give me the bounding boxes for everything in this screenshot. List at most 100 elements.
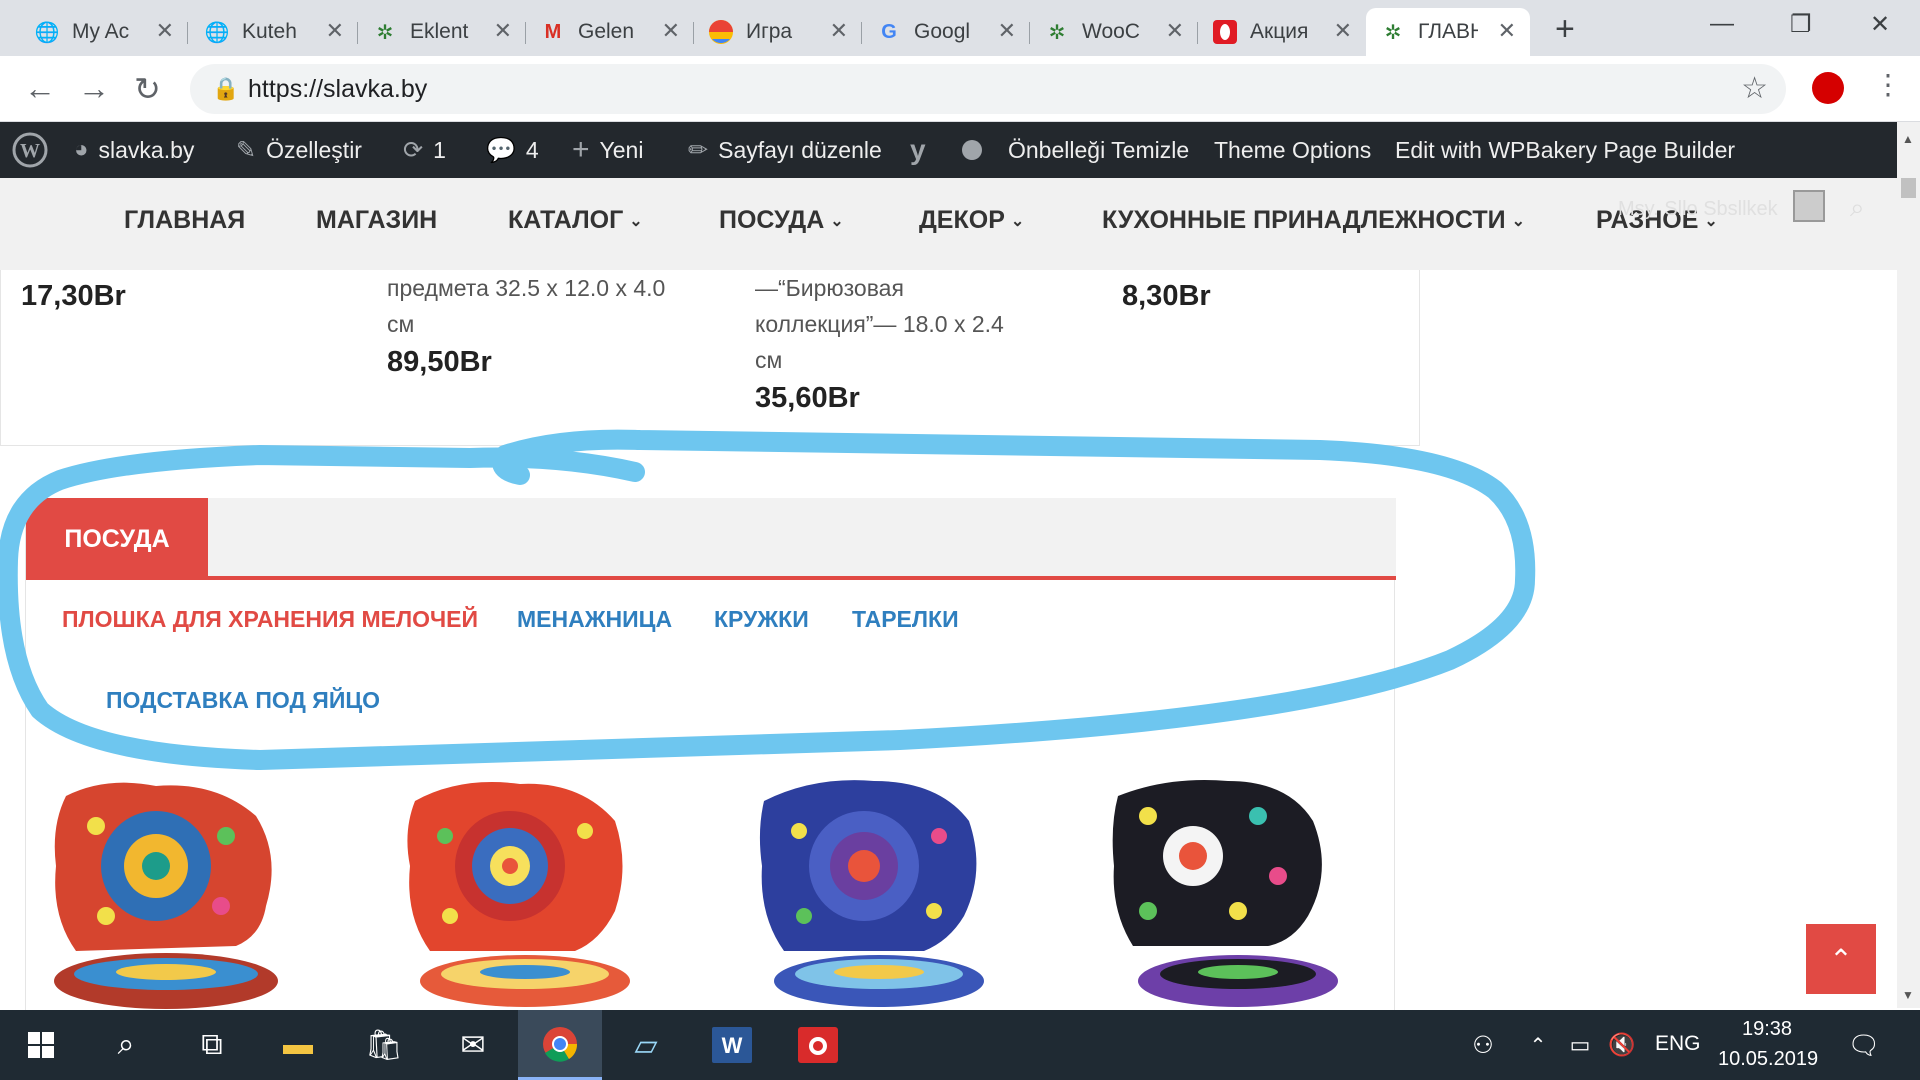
notepad-icon[interactable]: ▱ xyxy=(604,1010,688,1080)
user-name[interactable]: Msy. Sllo Sbsllkek xyxy=(1618,198,1778,221)
scroll-up-icon[interactable]: ▲ xyxy=(1902,132,1914,146)
product-image[interactable] xyxy=(400,776,640,1010)
minimize-button[interactable]: — xyxy=(1710,10,1734,38)
pencil-icon: ✏ xyxy=(688,136,709,164)
nav-item-kitchen[interactable]: КУХОННЫЕ ПРИНАДЛЕЖНОСТИ ⌄ xyxy=(1102,206,1525,235)
profile-avatar[interactable] xyxy=(1812,72,1844,104)
product-description[interactable]: —“Бирюзовая коллекция”— 18.0 x 2.4 см xyxy=(755,270,1035,378)
puzzle-icon: ✲ xyxy=(1384,21,1402,44)
mail-icon[interactable]: ✉ xyxy=(430,1010,516,1080)
new-tab-button[interactable]: + xyxy=(1555,10,1575,49)
browser-tab-1[interactable]: 🌐 My Ac ✕ xyxy=(20,8,188,56)
camera-icon[interactable] xyxy=(776,1010,860,1080)
admin-wpbakery-link[interactable]: Edit with WPBakery Page Builder xyxy=(1395,122,1735,178)
chevron-up-icon[interactable]: ⌃ xyxy=(1520,1010,1556,1080)
browser-tab-2[interactable]: 🌐 Kuteh ✕ xyxy=(190,8,358,56)
close-icon[interactable]: ✕ xyxy=(326,18,344,44)
back-icon[interactable]: ← xyxy=(24,70,56,107)
tab-tableware[interactable]: ПОСУДА xyxy=(26,498,208,580)
scroll-down-icon[interactable]: ▼ xyxy=(1902,988,1914,1002)
url-text[interactable]: https://slavka.by xyxy=(248,75,427,104)
search-icon[interactable]: ⌕ xyxy=(86,1010,166,1080)
user-avatar[interactable] xyxy=(1793,190,1825,222)
admin-customize-link[interactable]: ✎ Özelleştir xyxy=(236,122,362,178)
wordpress-logo-icon[interactable]: W xyxy=(12,122,48,178)
close-icon[interactable]: ✕ xyxy=(1334,18,1352,44)
admin-new-link[interactable]: + Yeni xyxy=(572,122,643,178)
close-icon[interactable]: ✕ xyxy=(830,18,848,44)
clock-time[interactable]: 19:38 xyxy=(1742,1018,1792,1041)
page-scrollbar[interactable]: ▲ ▼ xyxy=(1897,122,1920,1008)
bookmark-star-icon[interactable]: ☆ xyxy=(1741,71,1768,106)
browser-tab-5[interactable]: Игра ✕ xyxy=(694,8,862,56)
browser-tab-6[interactable]: G Googl ✕ xyxy=(862,8,1030,56)
volume-muted-icon[interactable]: 🔇 xyxy=(1604,1010,1640,1080)
tab-title: Игра xyxy=(746,20,793,43)
word-icon[interactable]: W xyxy=(690,1010,774,1080)
tab-title: Акция xyxy=(1250,20,1309,43)
browser-tab-7[interactable]: ✲ WooC ✕ xyxy=(1030,8,1198,56)
category-link-mugs[interactable]: КРУЖКИ xyxy=(714,606,809,633)
reload-icon[interactable]: ↻ xyxy=(134,70,161,108)
close-icon[interactable]: ✕ xyxy=(662,18,680,44)
category-link-plates[interactable]: ТАРЕЛКИ xyxy=(852,606,959,633)
svg-text:W: W xyxy=(20,140,40,162)
admin-edit-page-link[interactable]: ✏ Sayfayı düzenle xyxy=(688,122,882,178)
input-language[interactable]: ENG xyxy=(1655,1032,1701,1056)
battery-icon[interactable]: ▭ xyxy=(1562,1010,1598,1080)
nav-item-home[interactable]: ГЛАВНАЯ xyxy=(124,206,245,235)
clock-date[interactable]: 10.05.2019 xyxy=(1718,1048,1818,1071)
browser-tab-4[interactable]: M Gelen ✕ xyxy=(526,8,694,56)
category-link-menazhnitsa[interactable]: МЕНАЖНИЦА xyxy=(517,606,672,633)
lock-icon: 🔒 xyxy=(212,76,240,101)
admin-clear-cache-link[interactable]: Önbelleği Temizle xyxy=(1008,122,1189,178)
people-icon[interactable]: ⚇ xyxy=(1460,1010,1506,1080)
close-icon[interactable]: ✕ xyxy=(156,18,174,44)
forward-icon[interactable]: → xyxy=(78,70,110,107)
close-icon[interactable]: ✕ xyxy=(998,18,1016,44)
browser-tab-8[interactable]: Акция ✕ xyxy=(1198,8,1366,56)
notification-icon[interactable]: 🗨 xyxy=(1840,1010,1888,1080)
restore-button[interactable]: ❐ xyxy=(1790,10,1812,39)
product-image[interactable] xyxy=(1108,776,1348,1010)
file-explorer-icon[interactable]: ▬ xyxy=(258,1010,338,1080)
admin-site-link[interactable]: ◕ slavka.by xyxy=(74,122,194,178)
close-icon[interactable]: ✕ xyxy=(1166,18,1184,44)
close-icon[interactable]: ✕ xyxy=(1498,18,1516,44)
chrome-icon[interactable] xyxy=(518,1010,602,1080)
tabs-header: ПОСУДА xyxy=(26,498,1396,580)
status-dot-icon[interactable] xyxy=(962,122,982,178)
nav-item-catalog[interactable]: КАТАЛОГ ⌄ xyxy=(508,206,643,235)
category-link-storage-bowl[interactable]: ПЛОШКА ДЛЯ ХРАНЕНИЯ МЕЛОЧЕЙ xyxy=(62,606,478,633)
product-image[interactable] xyxy=(46,776,286,1010)
opera-icon xyxy=(1212,19,1238,45)
tab-title: WooC xyxy=(1082,20,1140,43)
product-description[interactable]: предмета 32.5 x 12.0 x 4.0 см xyxy=(387,270,677,342)
nav-item-shop[interactable]: МАГАЗИН xyxy=(316,206,437,235)
nav-item-tableware[interactable]: ПОСУДА ⌄ xyxy=(719,206,844,235)
close-window-button[interactable]: ✕ xyxy=(1870,10,1890,39)
tab-title: Kuteh xyxy=(242,20,297,43)
category-link-egg-stand[interactable]: ПОДСТАВКА ПОД ЯЙЦО xyxy=(106,687,380,714)
tab-title: ГЛАВН xyxy=(1418,20,1478,43)
browser-menu-icon[interactable]: ⋮ xyxy=(1874,68,1902,101)
search-icon[interactable]: ⌕ xyxy=(1850,192,1865,224)
close-icon[interactable]: ✕ xyxy=(494,18,512,44)
browser-tab-active[interactable]: ✲ ГЛАВН ✕ xyxy=(1366,8,1530,56)
nav-item-decor[interactable]: ДЕКОР ⌄ xyxy=(919,206,1024,235)
browser-toolbar: ← → ↻ 🔒 https://slavka.by ☆ ⋮ xyxy=(0,56,1920,122)
address-bar[interactable]: 🔒 https://slavka.by ☆ xyxy=(190,64,1786,114)
back-to-top-button[interactable]: ⌃ xyxy=(1806,924,1876,994)
task-view-icon[interactable]: ⧉ xyxy=(172,1010,252,1080)
browser-tab-3[interactable]: ✲ Eklent ✕ xyxy=(358,8,526,56)
admin-comments-link[interactable]: 💬 4 xyxy=(486,122,539,178)
tab-strip: 🌐 My Ac ✕ 🌐 Kuteh ✕ ✲ Eklent ✕ M Gelen ✕… xyxy=(0,0,1920,56)
yoast-icon[interactable]: y xyxy=(910,122,936,178)
store-icon[interactable]: 🛍 xyxy=(344,1010,424,1080)
scroll-thumb[interactable] xyxy=(1901,178,1916,198)
start-button[interactable] xyxy=(0,1010,82,1080)
svg-text:W: W xyxy=(722,1033,743,1058)
admin-updates-link[interactable]: ⟳ 1 xyxy=(403,122,446,178)
product-image[interactable] xyxy=(754,776,994,1010)
admin-theme-options-link[interactable]: Theme Options xyxy=(1214,122,1371,178)
